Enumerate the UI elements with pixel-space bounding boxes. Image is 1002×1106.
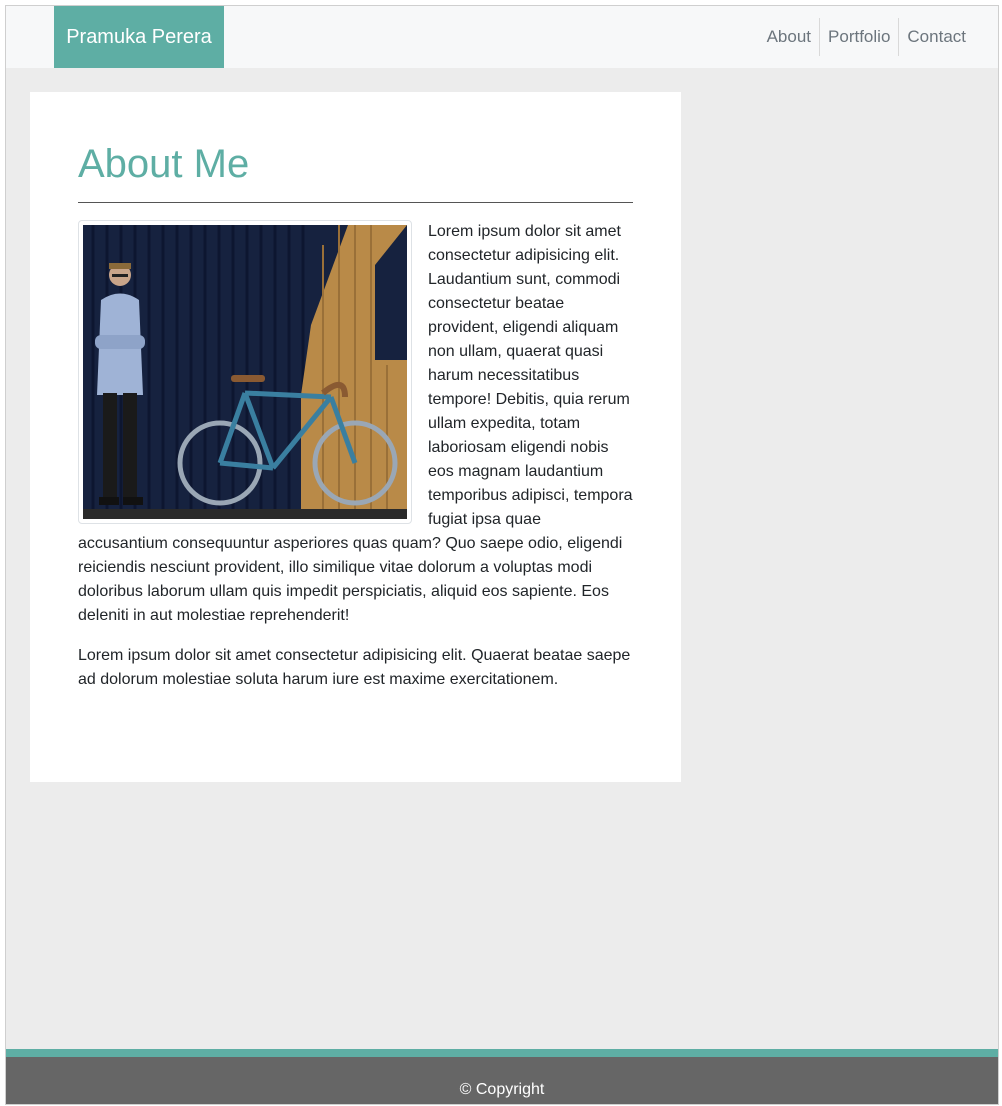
title-divider bbox=[78, 202, 633, 203]
page-title: About Me bbox=[78, 142, 250, 186]
footer-accent-stripe bbox=[6, 1049, 998, 1057]
page-frame: Pramuka Perera About Portfolio Contact A… bbox=[5, 5, 999, 1105]
about-paragraph-2: Lorem ipsum dolor sit amet consectetur a… bbox=[78, 647, 631, 688]
copyright-text: © Copyright bbox=[459, 1081, 545, 1098]
about-content: Lorem ipsum dolor sit amet consectetur a… bbox=[78, 220, 633, 692]
nav-link-portfolio[interactable]: Portfolio bbox=[819, 18, 898, 56]
navbar: Pramuka Perera About Portfolio Contact bbox=[6, 6, 998, 68]
brand-link[interactable]: Pramuka Perera bbox=[54, 6, 224, 68]
about-card: About Me Lorem ipsum dolor sit amet cons… bbox=[30, 92, 681, 782]
profile-photo bbox=[83, 225, 407, 519]
profile-photo-frame bbox=[78, 220, 412, 524]
nav-link-contact[interactable]: Contact bbox=[898, 18, 974, 56]
footer: © Copyright bbox=[6, 1057, 998, 1104]
nav-links: About Portfolio Contact bbox=[759, 18, 974, 56]
nav-link-about[interactable]: About bbox=[759, 18, 819, 56]
